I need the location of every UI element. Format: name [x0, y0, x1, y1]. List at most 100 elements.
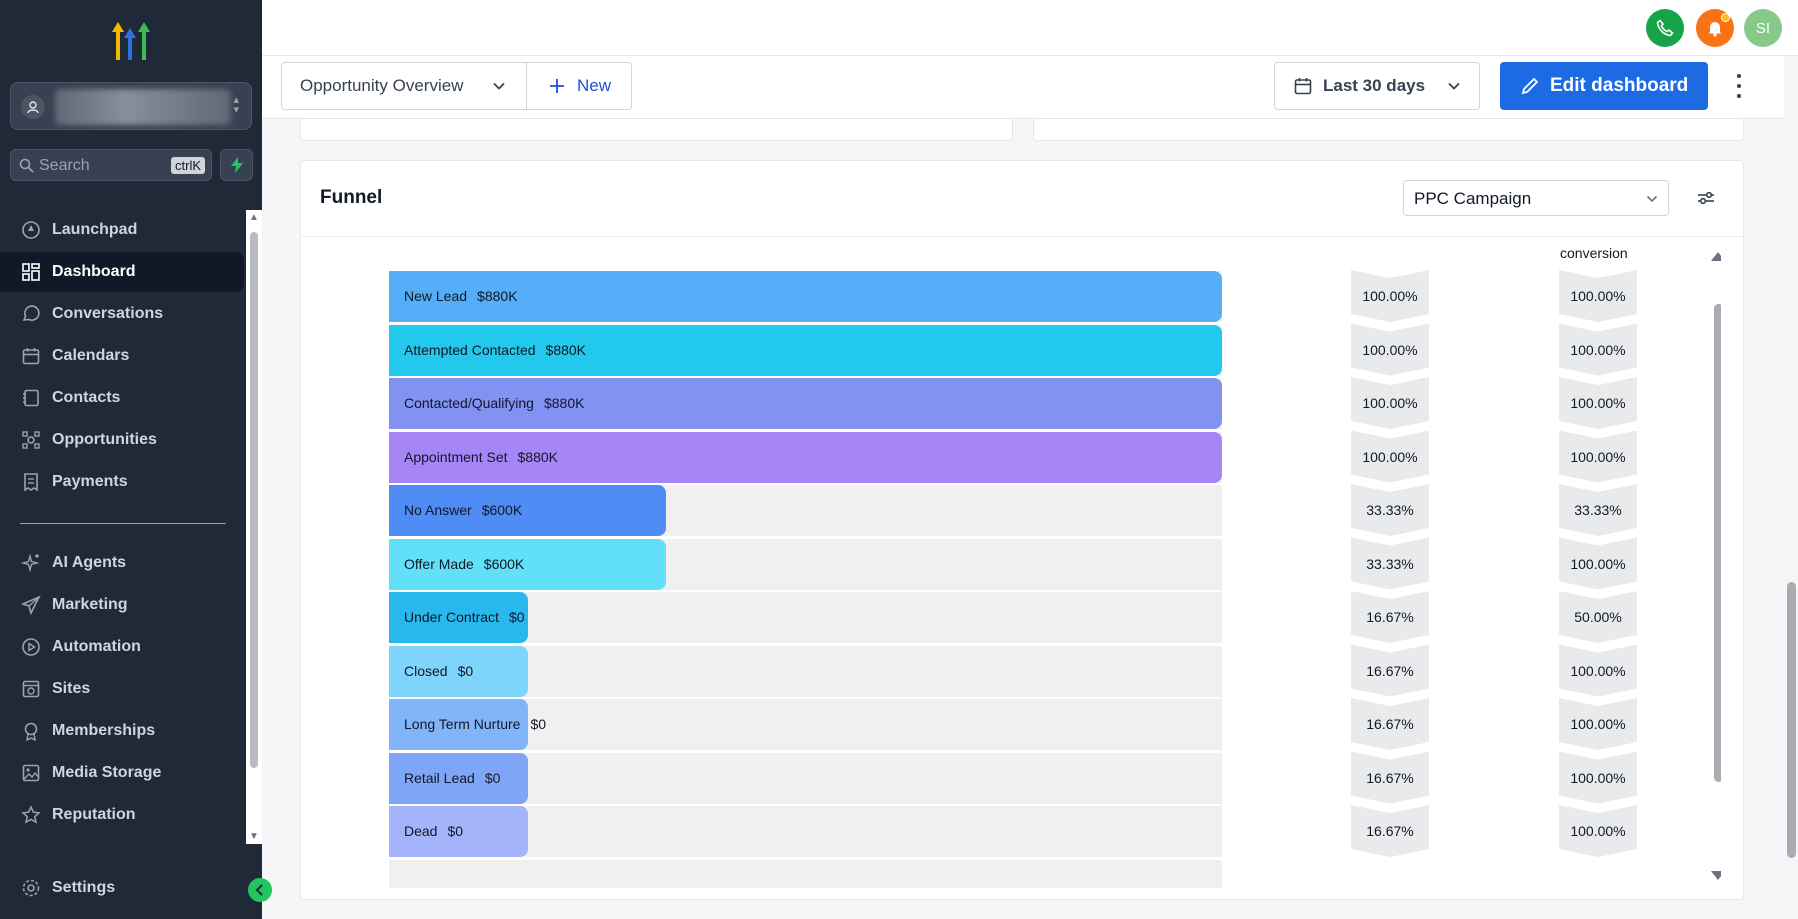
dashboard-select[interactable]: Opportunity Overview [281, 62, 527, 110]
sidebar-scroll-thumb[interactable] [250, 232, 258, 768]
sidebar-item-label: Reputation [52, 806, 136, 823]
dashboard-content: Funnel PPC Campaign 100.00% 100.00% 100.00… [280, 119, 1782, 919]
phone-icon [1656, 19, 1674, 37]
page-scroll-thumb[interactable] [1787, 582, 1796, 858]
notifications-button[interactable] [1696, 9, 1734, 47]
search-input[interactable]: Search ctrlK [10, 149, 212, 181]
sidebar-item-settings[interactable]: Settings [0, 868, 244, 908]
conversion-percent-cell: 100.00% [1559, 538, 1637, 590]
sidebar-item-opportunities[interactable]: Opportunities [0, 420, 244, 460]
more-options-icon[interactable] [1730, 74, 1748, 98]
cumulative-percent-cell: 100.00% [1351, 377, 1429, 429]
funnel-stage-label: Offer Made $600K [404, 556, 524, 572]
user-avatar[interactable]: SI [1744, 9, 1782, 47]
account-switcher[interactable]: ▴ ▾ [10, 82, 252, 130]
funnel-stage-label: No Answer $600K [404, 502, 522, 518]
conversion-percent-cell: 100.00% [1559, 805, 1637, 857]
automation-icon [20, 636, 42, 658]
stage-amount: $0 [484, 769, 501, 786]
sidebar-item-marketing[interactable]: Marketing [0, 585, 244, 625]
image-icon [20, 762, 42, 784]
stage-amount: $600K [483, 555, 525, 572]
sidebar-item-label: Memberships [52, 722, 156, 739]
sidebar-item-reputation[interactable]: Reputation [0, 795, 244, 835]
sidebar-item-label: Conversations [52, 305, 164, 322]
cumulative-percent-cell: 16.67% [1351, 698, 1429, 750]
quick-action-button[interactable] [220, 149, 253, 181]
date-range-select[interactable]: Last 30 days [1274, 62, 1480, 110]
cumulative-percent-cell: 100.00% [1351, 431, 1429, 483]
sparkle-icon [20, 552, 42, 574]
funnel-stage-label: Attempted Contacted $880K [404, 342, 586, 358]
chevron-down-icon [1448, 82, 1460, 90]
stage-name: Under Contract [404, 609, 499, 625]
conversion-percent-cell: 100.00% [1559, 752, 1637, 804]
conversion-percent-column: conversion 100.00% 100.00% 100.00% 100.00% 3… [1559, 238, 1637, 888]
new-dashboard-button[interactable]: New [526, 62, 632, 110]
scroll-up-icon[interactable] [1711, 252, 1721, 261]
cumulative-percent-cell: 33.33% [1351, 538, 1429, 590]
app-logo[interactable] [108, 18, 156, 62]
receipt-icon [20, 471, 42, 493]
search-placeholder: Search [39, 157, 90, 174]
plus-icon [550, 79, 564, 93]
widget-card-partial [300, 119, 1013, 141]
filter-settings-icon[interactable] [1695, 187, 1717, 209]
sidebar-item-launchpad[interactable]: Launchpad [0, 210, 244, 250]
sidebar-item-label: Launchpad [52, 221, 138, 238]
pipeline-select[interactable]: PPC Campaign [1403, 180, 1669, 216]
sidebar-divider [20, 523, 226, 524]
funnel-scroll-thumb[interactable] [1714, 304, 1721, 782]
sidebar-item-conversations[interactable]: Conversations [0, 294, 244, 334]
funnel-stage-label: Under Contract $0 [404, 609, 525, 625]
sidebar-item-label: Dashboard [52, 263, 136, 280]
account-name-redacted [55, 89, 231, 125]
scroll-down-icon[interactable]: ▼ [249, 831, 259, 842]
sidebar-item-memberships[interactable]: Memberships [0, 711, 244, 751]
bell-icon [1708, 22, 1722, 37]
badge-icon [20, 720, 42, 742]
collapse-sidebar-button[interactable] [248, 878, 272, 902]
cumulative-percent-column: 100.00% 100.00% 100.00% 100.00% 33.33% 33.33%… [1351, 238, 1429, 888]
chevron-left-icon [255, 884, 263, 896]
sidebar-item-sites[interactable]: Sites [0, 669, 244, 709]
chevron-down-icon [493, 82, 505, 90]
sidebar-item-dashboard[interactable]: Dashboard [0, 252, 244, 292]
sidebar-item-label: Calendars [52, 347, 130, 364]
page-scrollbar[interactable] [1784, 56, 1798, 919]
notification-dot [1721, 13, 1730, 22]
gear-icon [20, 877, 42, 899]
sidebar-item-contacts[interactable]: Contacts [0, 378, 244, 418]
sidebar-item-automation[interactable]: Automation [0, 627, 244, 667]
scroll-down-icon[interactable] [1711, 871, 1721, 880]
edit-dashboard-label: Edit dashboard [1550, 75, 1689, 96]
cumulative-percent-cell: 100.00% [1351, 270, 1429, 322]
opportunities-icon [20, 429, 42, 451]
conversion-percent-cell: 100.00% [1559, 377, 1637, 429]
grid-icon [20, 261, 42, 283]
conversion-percent-cell: 100.00% [1559, 324, 1637, 376]
bolt-icon [230, 157, 243, 173]
send-icon [20, 594, 42, 616]
phone-button[interactable] [1646, 9, 1684, 47]
stage-amount: $880K [477, 288, 518, 304]
sidebar-item-calendars[interactable]: Calendars [0, 336, 244, 376]
settings-label: Settings [52, 879, 116, 896]
stage-name: Dead [404, 823, 438, 839]
conversion-percent-cell: 100.00% [1559, 698, 1637, 750]
sidebar-item-payments[interactable]: Payments [0, 462, 244, 502]
cumulative-percent-cell: 100.00% [1351, 324, 1429, 376]
search-shortcut: ctrlK [171, 157, 205, 174]
sidebar-item-media-storage[interactable]: Media Storage [0, 753, 244, 793]
conversion-percent-cell: 100.00% [1559, 270, 1637, 322]
sidebar-item-label: Automation [52, 638, 141, 655]
sidebar-scrollbar[interactable]: ▲ ▼ [246, 210, 262, 844]
funnel-scrollbar[interactable] [1711, 250, 1721, 880]
funnel-stage-label: Long Term Nurture $0 [404, 716, 546, 732]
scroll-up-icon[interactable]: ▲ [249, 212, 259, 223]
stage-amount: $880K [545, 341, 587, 358]
chevron-down-icon [1646, 195, 1658, 203]
sidebar-item-ai-agents[interactable]: AI Agents [0, 543, 244, 583]
stage-name: Appointment Set [404, 448, 508, 465]
edit-dashboard-button[interactable]: Edit dashboard [1500, 62, 1708, 110]
